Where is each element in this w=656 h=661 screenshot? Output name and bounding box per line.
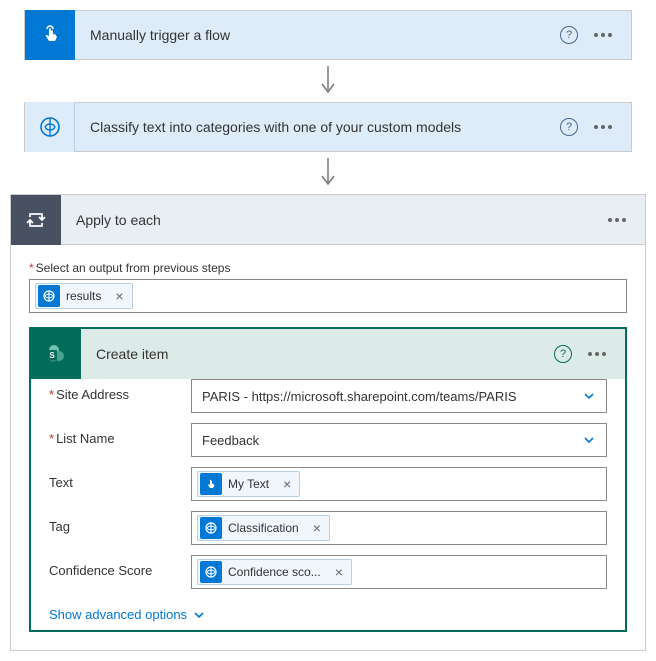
tag-input[interactable]: Classification × bbox=[191, 511, 607, 545]
chevron-down-icon bbox=[582, 433, 596, 447]
chevron-down-icon bbox=[582, 389, 596, 403]
create-item-container: S Create item ? Site Address PARIS - htt… bbox=[29, 327, 627, 632]
touch-icon bbox=[25, 10, 75, 60]
previous-steps-input[interactable]: results × bbox=[29, 279, 627, 313]
flow-arrow bbox=[10, 152, 646, 194]
list-name-label: List Name bbox=[49, 423, 191, 446]
apply-step-header[interactable]: Apply to each bbox=[11, 195, 645, 245]
token-remove[interactable]: × bbox=[275, 476, 299, 492]
token-label: My Text bbox=[228, 477, 275, 491]
tag-label: Tag bbox=[49, 511, 191, 534]
mytext-token: My Text × bbox=[197, 471, 300, 497]
classify-step-card[interactable]: Classify text into categories with one o… bbox=[24, 102, 632, 152]
confidence-input[interactable]: Confidence sco... × bbox=[191, 555, 607, 589]
trigger-title: Manually trigger a flow bbox=[75, 27, 560, 43]
text-label: Text bbox=[49, 467, 191, 490]
token-remove[interactable]: × bbox=[107, 288, 131, 304]
apply-title: Apply to each bbox=[61, 212, 604, 228]
results-token: results × bbox=[35, 283, 133, 309]
more-menu[interactable] bbox=[590, 121, 616, 133]
ai-token-icon bbox=[38, 285, 60, 307]
flow-token-icon bbox=[200, 473, 222, 495]
text-input[interactable]: My Text × bbox=[191, 467, 607, 501]
confidence-label: Confidence Score bbox=[49, 555, 191, 578]
ai-token-icon bbox=[200, 561, 222, 583]
sharepoint-icon: S bbox=[31, 329, 81, 379]
apply-to-each-container: Apply to each Select an output from prev… bbox=[10, 194, 646, 651]
ai-builder-icon bbox=[25, 102, 75, 152]
help-icon[interactable]: ? bbox=[554, 345, 572, 363]
list-name-value: Feedback bbox=[202, 433, 259, 448]
svg-text:S: S bbox=[49, 351, 55, 360]
chevron-down-icon bbox=[193, 609, 205, 621]
more-menu[interactable] bbox=[590, 29, 616, 41]
list-name-select[interactable]: Feedback bbox=[191, 423, 607, 457]
show-advanced-link[interactable]: Show advanced options bbox=[31, 599, 223, 630]
classify-title: Classify text into categories with one o… bbox=[75, 119, 560, 135]
token-remove[interactable]: × bbox=[327, 564, 351, 580]
more-menu[interactable] bbox=[584, 348, 610, 360]
loop-icon bbox=[11, 195, 61, 245]
create-item-title: Create item bbox=[81, 346, 554, 362]
classification-token: Classification × bbox=[197, 515, 330, 541]
token-label: Confidence sco... bbox=[228, 565, 327, 579]
more-menu[interactable] bbox=[604, 214, 630, 226]
ai-token-icon bbox=[200, 517, 222, 539]
site-address-value: PARIS - https://microsoft.sharepoint.com… bbox=[202, 389, 517, 404]
site-address-select[interactable]: PARIS - https://microsoft.sharepoint.com… bbox=[191, 379, 607, 413]
trigger-step-card[interactable]: Manually trigger a flow ? bbox=[24, 10, 632, 60]
help-icon[interactable]: ? bbox=[560, 26, 578, 44]
token-label: Classification bbox=[228, 521, 305, 535]
confidence-token: Confidence sco... × bbox=[197, 559, 352, 585]
token-label: results bbox=[66, 289, 107, 303]
token-remove[interactable]: × bbox=[305, 520, 329, 536]
create-item-header[interactable]: S Create item ? bbox=[31, 329, 625, 379]
help-icon[interactable]: ? bbox=[560, 118, 578, 136]
site-address-label: Site Address bbox=[49, 379, 191, 402]
flow-arrow bbox=[10, 60, 646, 102]
previous-steps-label: Select an output from previous steps bbox=[29, 261, 627, 275]
